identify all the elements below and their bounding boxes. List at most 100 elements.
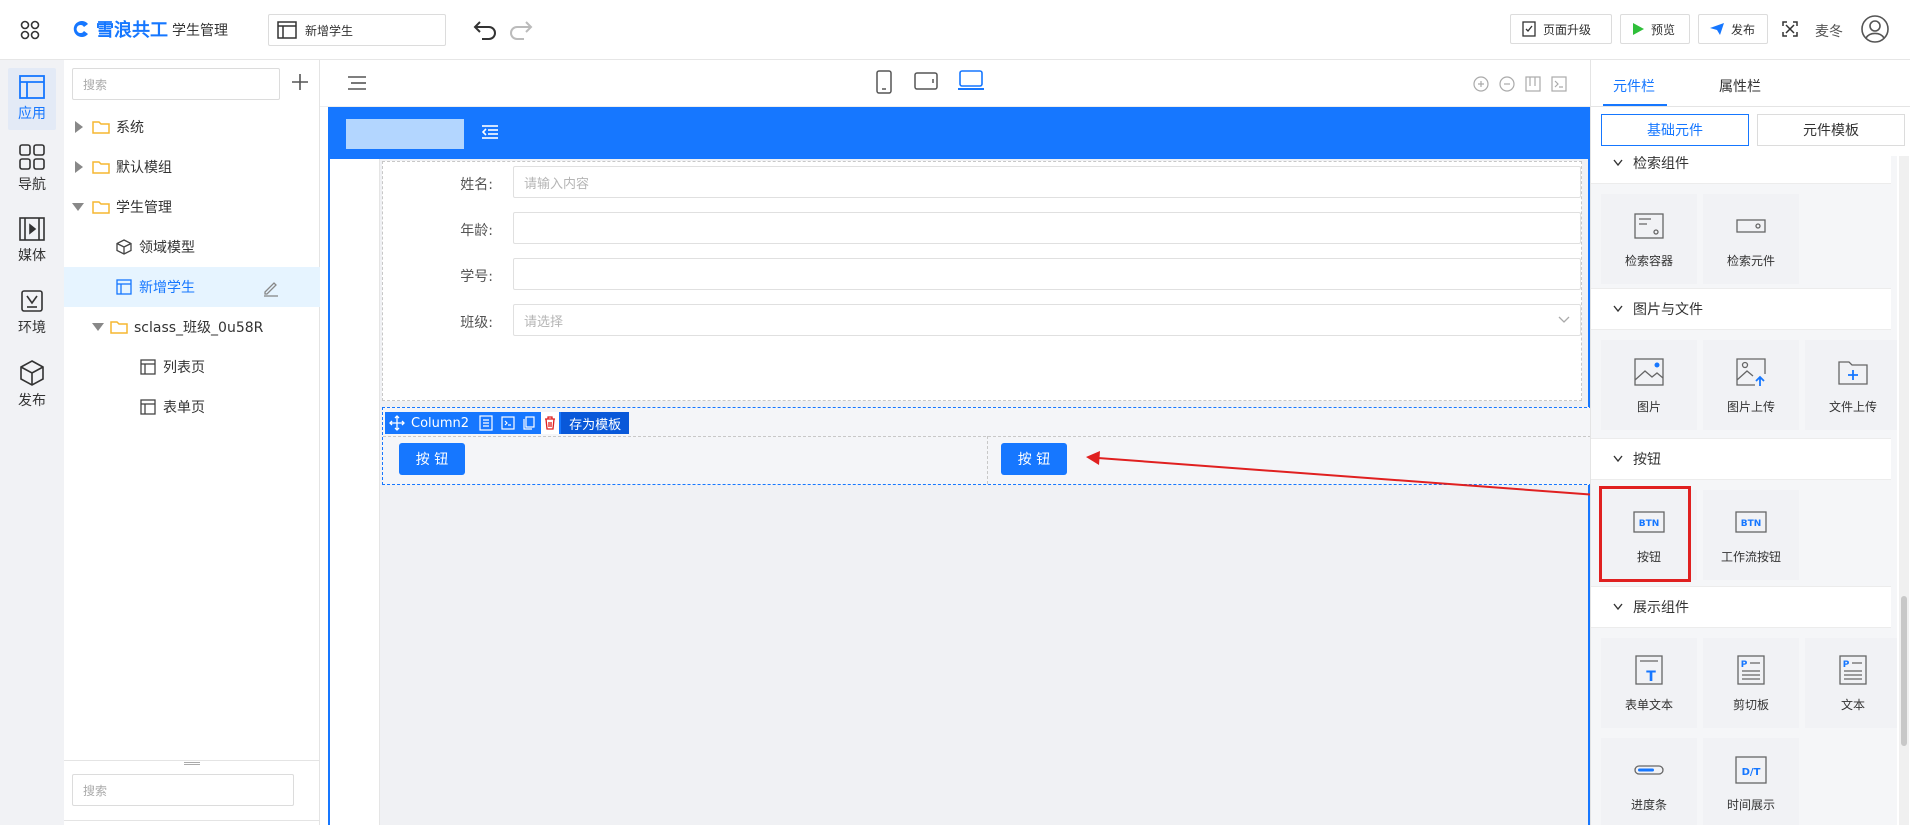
move-icon[interactable]	[389, 415, 405, 431]
grid-icon	[19, 144, 45, 170]
section-header-display[interactable]: 展示组件	[1591, 586, 1891, 628]
apps-menu-icon[interactable]	[14, 14, 46, 46]
tile-form-text[interactable]: T 表单文本	[1601, 638, 1697, 728]
tree-item-sclass[interactable]: sclass_班级_0u58R	[64, 307, 320, 347]
tree-item-label: 系统	[116, 120, 144, 136]
edit-icon[interactable]	[262, 279, 280, 297]
section-title: 展示组件	[1633, 600, 1689, 616]
tile-label: 文件上传	[1828, 399, 1877, 414]
class-select[interactable]: 请选择	[513, 304, 1581, 336]
tab-components[interactable]: 元件栏	[1613, 76, 1655, 96]
tree-item-add-student[interactable]: 新增学生	[64, 267, 320, 307]
avatar-icon[interactable]	[1860, 14, 1890, 44]
tile-label: 检索元件	[1726, 253, 1775, 268]
page-selector[interactable]: 新增学生	[268, 14, 446, 46]
tile-clipboard[interactable]: P 剪切板	[1703, 638, 1799, 728]
caret-right-icon[interactable]	[74, 161, 84, 173]
age-input[interactable]	[513, 212, 1581, 244]
preview-button[interactable]: 预览	[1620, 14, 1690, 44]
code-icon[interactable]	[1551, 76, 1567, 92]
send-icon	[1710, 23, 1724, 35]
button-left[interactable]: 按 钮	[399, 443, 465, 475]
section-title: 按钮	[1633, 452, 1661, 468]
tile-progress[interactable]: 进度条	[1601, 738, 1697, 825]
canvas-toolbar	[320, 60, 1590, 107]
desktop-view-icon[interactable]	[958, 70, 984, 92]
preview-label: 预览	[1651, 22, 1676, 37]
tile-search-container[interactable]: 检索容器	[1601, 194, 1697, 284]
publish-button[interactable]: 发布	[1698, 14, 1768, 44]
section-header-search[interactable]: 检索组件	[1591, 156, 1891, 184]
student-id-input[interactable]	[513, 258, 1581, 290]
caret-down-icon[interactable]	[92, 322, 104, 332]
undo-icon[interactable]	[472, 18, 498, 40]
bottom-search-input[interactable]: 搜索	[72, 774, 294, 806]
tile-text[interactable]: P 文本	[1805, 638, 1897, 728]
tree-item-domain-model[interactable]: 领域模型	[64, 227, 320, 267]
panel-splitter[interactable]	[64, 760, 320, 766]
layout-icon[interactable]	[1525, 76, 1541, 92]
chevron-down-icon	[1613, 603, 1623, 611]
tree-item-form-page[interactable]: 表单页	[64, 387, 320, 427]
tree-item-list-page[interactable]: 列表页	[64, 347, 320, 387]
tile-file-upload[interactable]: 文件上传	[1805, 340, 1897, 430]
scrollbar-track[interactable]	[1899, 156, 1909, 825]
btn-icon: BTN	[1735, 510, 1767, 533]
mobile-view-icon[interactable]	[876, 70, 892, 94]
tile-time-display[interactable]: D/T 时间展示	[1703, 738, 1799, 825]
preview-side-strip	[330, 159, 380, 825]
tree-search-input[interactable]: 搜索	[72, 68, 280, 100]
tile-label: 表单文本	[1624, 697, 1673, 712]
column-container[interactable]: Column2 存为模板 按 钮 按 钮	[382, 407, 1592, 485]
rail-item-media[interactable]: 媒体	[0, 210, 64, 272]
tab-properties[interactable]: 属性栏	[1719, 76, 1761, 96]
segment-template[interactable]: 元件模板	[1757, 114, 1905, 146]
segment-basic[interactable]: 基础元件	[1601, 114, 1749, 146]
page-layout-icon	[140, 399, 156, 415]
tile-workflow-button[interactable]: BTN 工作流按钮	[1703, 490, 1799, 580]
copy-doc-icon[interactable]	[479, 415, 493, 431]
delete-icon[interactable]	[541, 412, 560, 434]
redo-icon[interactable]	[508, 18, 534, 40]
rail-item-publish[interactable]: 发布	[0, 354, 64, 416]
user-name[interactable]: 麦冬	[1815, 21, 1843, 41]
collapse-menu-icon[interactable]	[482, 125, 498, 139]
page-layout-icon	[140, 359, 156, 375]
tree-item-system[interactable]: 系统	[64, 107, 320, 147]
zoom-out-icon[interactable]	[1499, 76, 1515, 92]
tile-search-element[interactable]: 检索元件	[1703, 194, 1799, 284]
code-icon[interactable]	[501, 416, 515, 430]
section-header-button[interactable]: 按钮	[1591, 438, 1891, 480]
folder-open-icon	[110, 321, 128, 334]
tree-item-default-module[interactable]: 默认模组	[64, 147, 320, 187]
form-container[interactable]: 姓名: 请输入内容 年龄: 学号: 班级: 请选择	[382, 161, 1582, 401]
search-element-icon	[1736, 218, 1766, 233]
duplicate-icon[interactable]	[523, 416, 535, 430]
menu-toggle-icon[interactable]	[348, 76, 366, 90]
rail-item-env[interactable]: 环境	[0, 282, 64, 344]
tile-image[interactable]: 图片	[1601, 340, 1697, 430]
section-header-image-file[interactable]: 图片与文件	[1591, 288, 1891, 330]
field-label-class: 班级:	[460, 315, 493, 331]
tablet-view-icon[interactable]	[914, 72, 938, 90]
bottom-search-placeholder: 搜索	[83, 783, 108, 798]
rail-item-nav[interactable]: 导航	[0, 138, 64, 200]
folder-open-icon	[92, 201, 110, 214]
caret-right-icon[interactable]	[74, 121, 84, 133]
svg-text:P: P	[1843, 660, 1850, 670]
fullscreen-icon[interactable]	[1782, 21, 1798, 37]
rail-item-app[interactable]: 应用	[8, 68, 56, 130]
tree-item-student-mgmt[interactable]: 学生管理	[64, 187, 320, 227]
chevron-down-icon	[1613, 455, 1623, 463]
scrollbar-thumb[interactable]	[1901, 596, 1907, 746]
zoom-in-icon[interactable]	[1473, 76, 1489, 92]
button-right[interactable]: 按 钮	[1001, 443, 1067, 475]
tree-item-label: sclass_班级_0u58R	[134, 320, 264, 336]
save-as-template-button[interactable]: 存为模板	[561, 412, 630, 434]
tile-image-upload[interactable]: 图片上传	[1703, 340, 1799, 430]
caret-down-icon[interactable]	[72, 202, 84, 212]
add-icon[interactable]	[290, 72, 310, 92]
name-input[interactable]: 请输入内容	[513, 166, 1581, 198]
page-upgrade-button[interactable]: 页面升级	[1510, 14, 1612, 44]
preview-app-bar	[330, 107, 1588, 159]
